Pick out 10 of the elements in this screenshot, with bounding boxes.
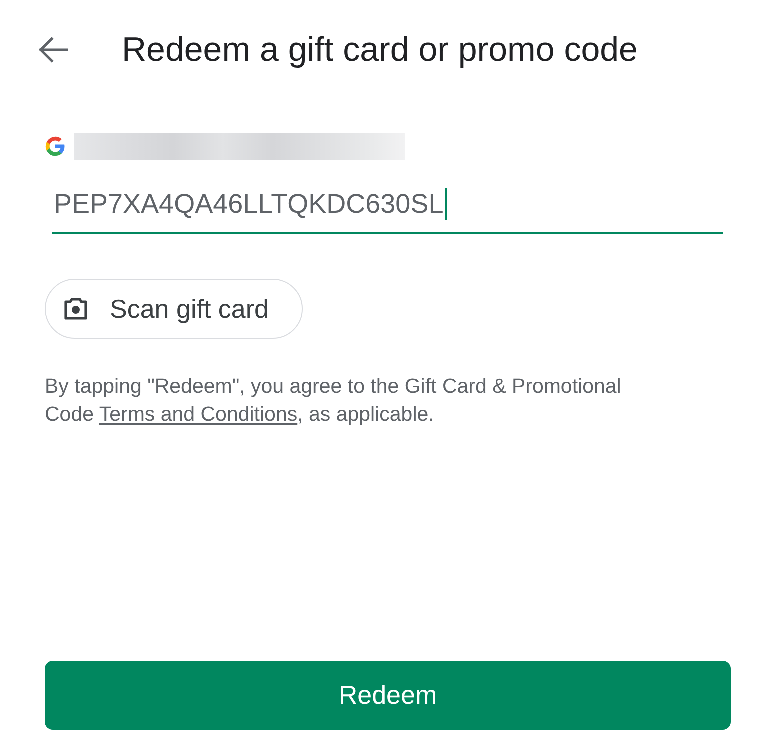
redeem-button[interactable]: Redeem bbox=[45, 661, 731, 730]
camera-icon bbox=[64, 298, 88, 320]
terms-link[interactable]: Terms and Conditions bbox=[99, 403, 298, 426]
code-input-field[interactable]: PEP7XA4QA46LLTQKDC630SL bbox=[52, 187, 723, 234]
g-logo-icon bbox=[45, 136, 66, 157]
scan-gift-card-button[interactable]: Scan gift card bbox=[45, 279, 303, 339]
terms-notice: By tapping "Redeem", you agree to the Gift Card & Promotional Code Terms and Conditions, as applicable. bbox=[45, 374, 622, 428]
page-title: Redeem a gift card or promo code bbox=[122, 30, 638, 70]
back-arrow-icon[interactable] bbox=[38, 37, 68, 63]
text-cursor-icon bbox=[444, 188, 447, 220]
